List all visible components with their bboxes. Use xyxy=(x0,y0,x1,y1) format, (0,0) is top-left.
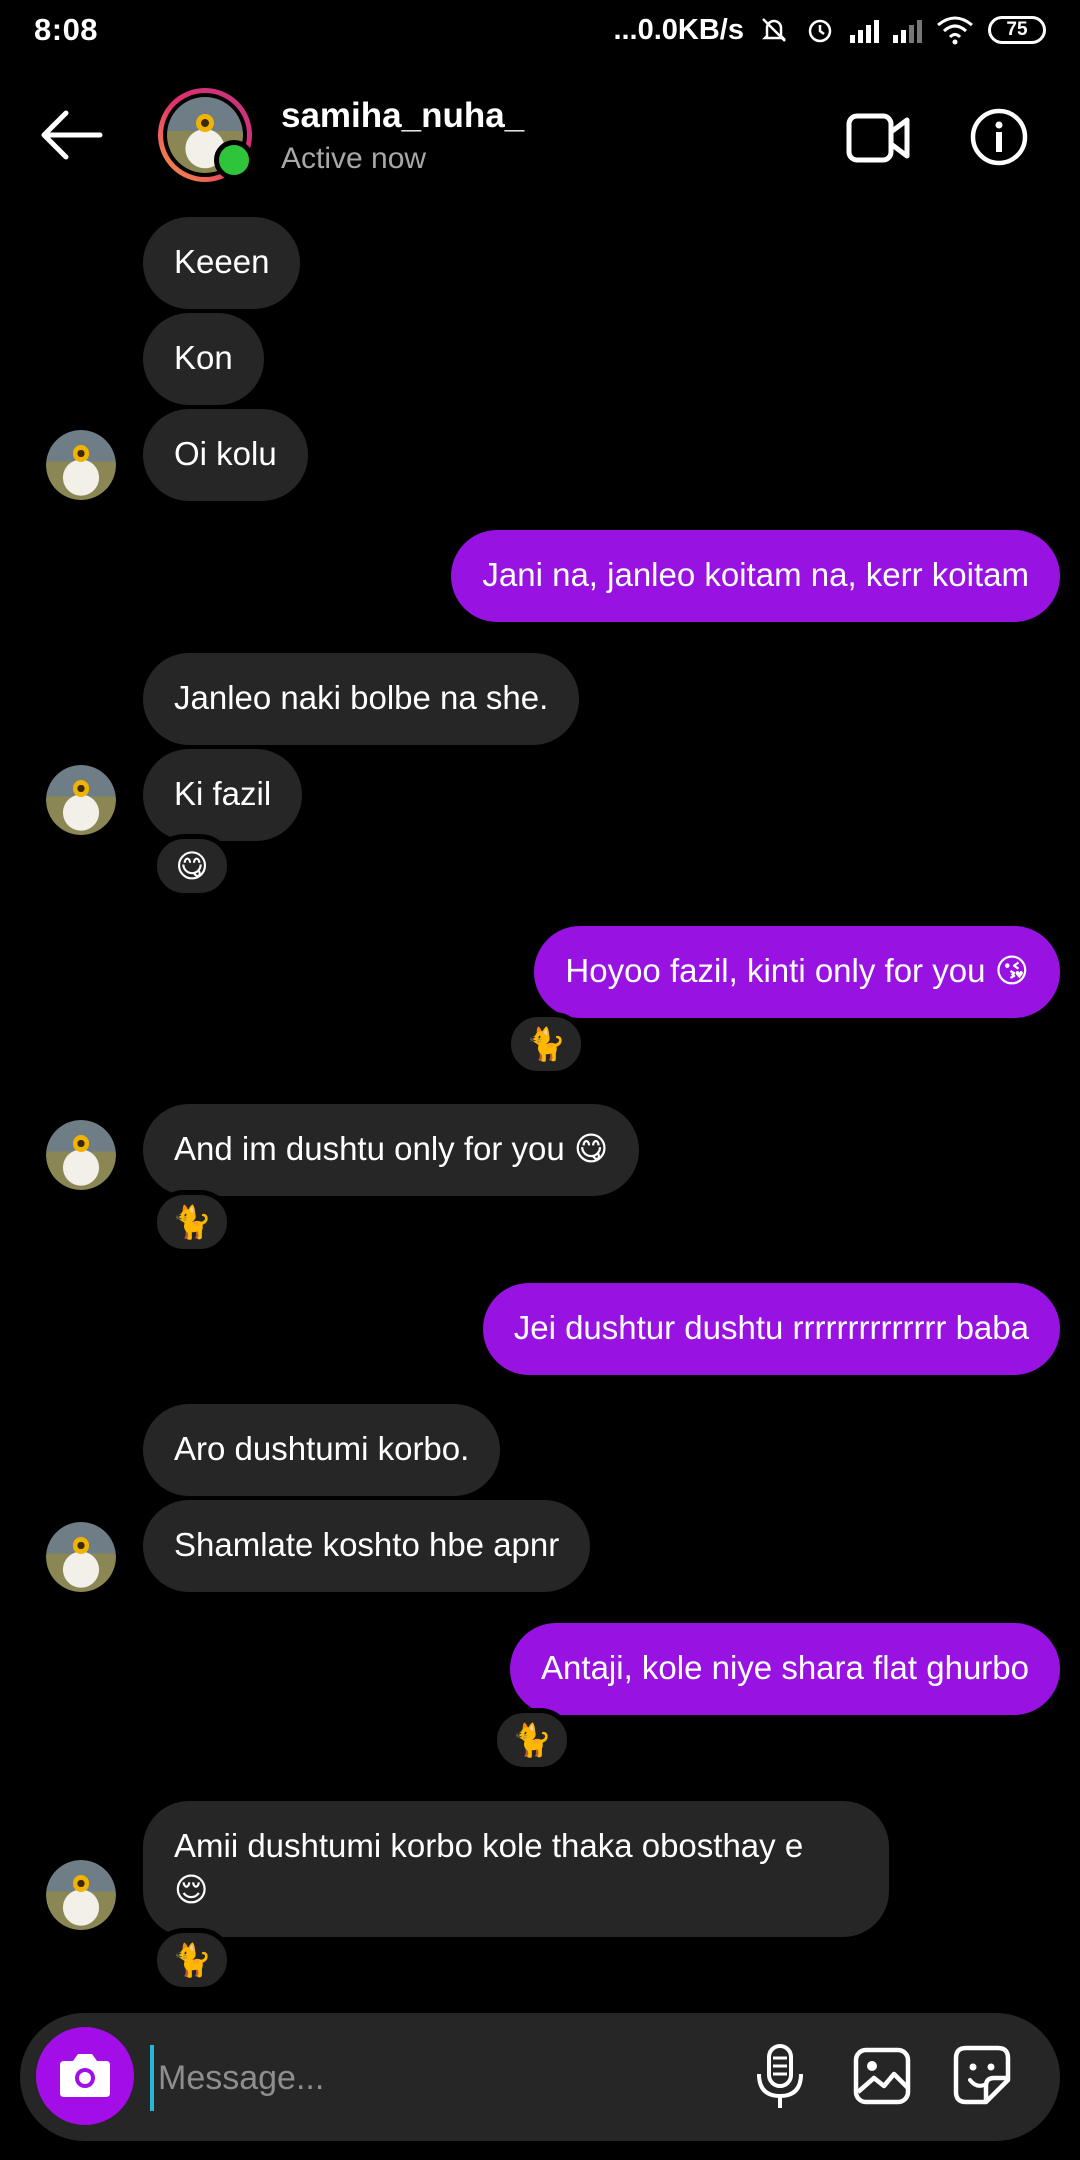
message-text: Amii dushtumi korbo kole thaka obosthay … xyxy=(174,1827,804,1864)
sender-avatar[interactable] xyxy=(46,765,116,835)
message-bubble-incoming[interactable]: Oi kolu xyxy=(143,409,308,501)
message-bubble-incoming[interactable]: Kon xyxy=(143,313,264,405)
contact-avatar[interactable] xyxy=(158,88,254,182)
message-bubble-incoming[interactable]: Keeen xyxy=(143,217,301,309)
reaction-badge[interactable]: 😋 xyxy=(152,834,232,898)
message-bubble-outgoing[interactable]: Antaji, kole niye shara flat ghurbo xyxy=(510,1623,1060,1715)
message-bubble-incoming[interactable]: Aro dushtumi korbo. xyxy=(143,1404,501,1496)
reaction-badge[interactable]: 🐈 xyxy=(152,1190,232,1254)
signal-weak-icon xyxy=(893,17,922,43)
message-bubble-incoming[interactable]: Amii dushtumi korbo kole thaka obosthay … xyxy=(143,1801,889,1937)
message-bubble-incoming[interactable]: And im dushtu only for you 😋 xyxy=(143,1104,640,1196)
reaction-badge[interactable]: 🐈 xyxy=(506,1012,586,1076)
message-bubble-incoming[interactable]: Janleo naki bolbe na she. xyxy=(143,653,580,745)
video-call-icon[interactable] xyxy=(846,110,910,166)
message-bubble-outgoing[interactable]: Hoyoo fazil, kinti only for you 😘 xyxy=(534,926,1060,1018)
battery-icon: 75 xyxy=(988,16,1046,44)
message-bubble-outgoing[interactable]: Jei dushtur dushtu rrrrrrrrrrrrrr baba xyxy=(482,1283,1060,1375)
mute-bell-icon xyxy=(761,18,787,42)
contact-status: Active now xyxy=(281,142,427,175)
message-bubble-outgoing[interactable]: Jani na, janleo koitam na, kerr koitam xyxy=(451,530,1060,622)
reaction-badge[interactable]: 🐈 xyxy=(152,1928,232,1992)
contact-name[interactable]: samiha_nuha_ xyxy=(281,96,524,136)
microphone-icon[interactable] xyxy=(752,2043,808,2111)
wifi-icon xyxy=(937,16,973,45)
gallery-icon[interactable] xyxy=(852,2046,912,2106)
camera-icon xyxy=(60,2054,110,2097)
network-speed: ...0.0KB/s xyxy=(613,13,744,46)
status-icons: ...0.0KB/s 75 xyxy=(613,10,1046,50)
status-time: 8:08 xyxy=(34,12,99,47)
message-bubble-incoming[interactable]: Shamlate koshto hbe apnr xyxy=(143,1500,591,1592)
info-icon[interactable] xyxy=(970,108,1028,166)
online-indicator xyxy=(214,140,254,180)
message-input[interactable] xyxy=(150,2045,720,2111)
sender-avatar[interactable] xyxy=(46,1522,116,1592)
back-arrow-icon[interactable] xyxy=(38,108,104,162)
alarm-icon xyxy=(808,19,832,43)
reaction-badge[interactable]: 🐈 xyxy=(492,1708,572,1772)
message-emoji: 😌 xyxy=(174,1871,209,1908)
sender-avatar[interactable] xyxy=(46,430,116,500)
sender-avatar[interactable] xyxy=(46,1120,116,1190)
sticker-icon[interactable] xyxy=(952,2044,1012,2106)
message-bubble-incoming[interactable]: Ki fazil xyxy=(143,749,303,841)
signal-icon xyxy=(850,17,879,43)
sender-avatar[interactable] xyxy=(46,1860,116,1930)
camera-button[interactable] xyxy=(36,2027,134,2125)
